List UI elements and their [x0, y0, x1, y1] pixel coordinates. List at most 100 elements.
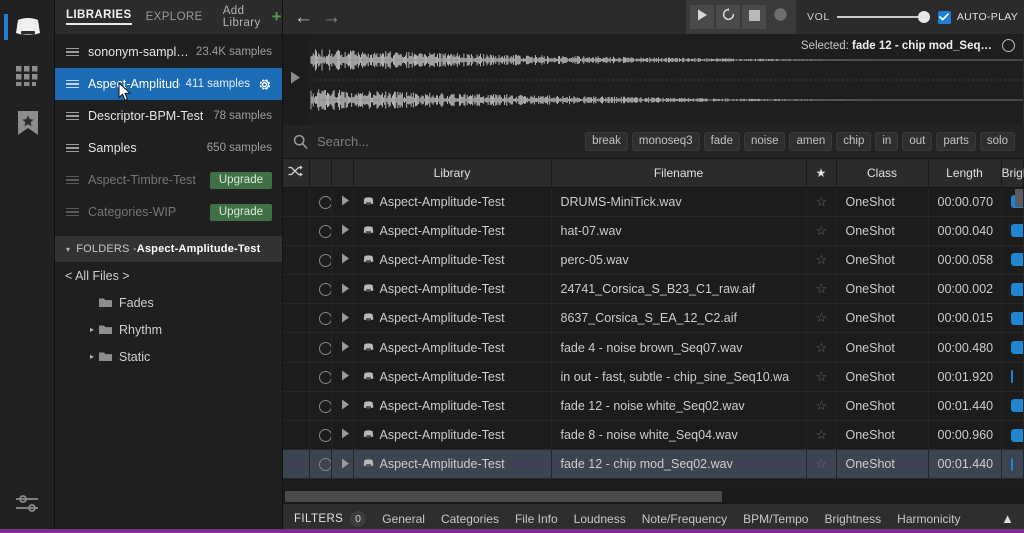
table-row[interactable]: Aspect-Amplitude-Test 8637_Corsica_S_EA_1… [283, 303, 1024, 334]
row-play-cell[interactable] [331, 391, 354, 422]
play-button[interactable] [690, 5, 714, 29]
row-play-cell[interactable] [331, 216, 354, 246]
row-favorite-cell[interactable]: ☆ [806, 187, 837, 217]
drag-handle-icon[interactable] [66, 79, 79, 89]
row-radio[interactable] [318, 195, 330, 209]
play-icon[interactable] [341, 195, 350, 209]
star-outline-icon[interactable]: ☆ [816, 310, 828, 325]
row-favorite-cell[interactable]: ☆ [806, 420, 837, 451]
folder-item-rhythm[interactable]: ▸ Rhythm [55, 316, 282, 343]
column-header-shuffle[interactable] [283, 159, 310, 188]
record-button[interactable] [768, 5, 792, 29]
vertical-scrollbar-thumb[interactable] [1015, 189, 1023, 207]
tag-chip-chip[interactable]: chip [836, 132, 872, 151]
row-play-cell[interactable] [331, 274, 354, 305]
filter-tab-file-info[interactable]: File Info [515, 512, 558, 526]
row-radio[interactable] [318, 400, 330, 413]
tag-chip-in[interactable]: in [875, 132, 899, 151]
table-row[interactable]: Aspect-Amplitude-Test fade 12 - chip mod_… [283, 449, 1024, 480]
filter-tab-bpm-tempo[interactable]: BPM/Tempo [743, 512, 808, 526]
column-header-select[interactable] [309, 159, 332, 188]
row-favorite-cell[interactable]: ☆ [806, 216, 837, 246]
row-radio[interactable] [318, 283, 330, 297]
column-header-class[interactable]: Class [836, 159, 929, 188]
row-favorite-cell[interactable]: ☆ [806, 362, 837, 392]
circle-icon[interactable] [1002, 39, 1015, 52]
row-radio[interactable] [318, 429, 330, 443]
row-radio[interactable] [318, 224, 330, 238]
gear-icon[interactable] [257, 77, 272, 92]
library-item-1[interactable]: Aspect-Amplitude-… 411 samples [55, 68, 282, 100]
row-favorite-cell[interactable]: ☆ [806, 332, 837, 363]
tag-chip-monoseq3[interactable]: monoseq3 [631, 132, 700, 151]
chevron-up-icon[interactable]: ▲ [1001, 511, 1024, 526]
drag-handle-icon[interactable] [66, 207, 79, 217]
library-item-2[interactable]: Descriptor-BPM-Test 78 samples [55, 100, 282, 132]
star-outline-icon[interactable]: ☆ [816, 369, 828, 384]
waveform-canvas[interactable]: Selected: fade 12 - chip mod_Seq… [307, 34, 1024, 125]
folders-header[interactable]: ▾ FOLDERS - Aspect-Amplitude-Test [55, 236, 282, 262]
tag-chip-parts[interactable]: parts [936, 132, 976, 151]
table-row[interactable]: Aspect-Amplitude-Test fade 8 - noise whit… [283, 420, 1024, 451]
row-select-cell[interactable] [309, 332, 332, 363]
checkbox-checked-icon[interactable] [937, 10, 951, 24]
row-radio[interactable] [318, 312, 330, 326]
table-row[interactable]: Aspect-Amplitude-Test fade 4 - noise brow… [283, 332, 1024, 363]
row-play-cell[interactable] [331, 303, 354, 334]
drag-handle-icon[interactable] [66, 111, 79, 121]
table-row[interactable]: Aspect-Amplitude-Test fade 12 - noise whi… [283, 391, 1024, 422]
row-favorite-cell[interactable]: ☆ [806, 449, 837, 480]
play-icon[interactable] [341, 253, 350, 267]
tag-chip-noise[interactable]: noise [743, 132, 786, 151]
chevron-right-icon[interactable]: ▸ [85, 352, 99, 361]
star-outline-icon[interactable]: ☆ [816, 456, 828, 471]
column-header-filename[interactable]: Filename [551, 159, 807, 188]
library-item-0[interactable]: sononym-sampl… 23.4K samples [55, 36, 282, 68]
row-select-cell[interactable] [309, 245, 332, 276]
folder-item-fades[interactable]: Fades [55, 289, 282, 316]
row-play-cell[interactable] [331, 449, 354, 480]
row-select-cell[interactable] [309, 391, 332, 422]
star-outline-icon[interactable]: ☆ [816, 252, 828, 267]
row-select-cell[interactable] [309, 420, 332, 451]
star-outline-icon[interactable]: ☆ [816, 281, 828, 296]
row-play-cell[interactable] [331, 420, 354, 451]
search-input[interactable] [317, 134, 586, 149]
loop-button[interactable] [716, 5, 740, 29]
star-outline-icon[interactable]: ☆ [816, 398, 828, 413]
filter-tab-loudness[interactable]: Loudness [574, 512, 626, 526]
play-icon[interactable] [341, 370, 350, 384]
filter-tab-general[interactable]: General [382, 512, 425, 526]
add-library-button[interactable]: Add Library + [223, 5, 282, 29]
tab-libraries[interactable]: LIBRARIES [66, 9, 132, 25]
table-row[interactable]: Aspect-Amplitude-Test hat-07.wav ☆ OneShot 0… [283, 216, 1024, 246]
waveform-play-button[interactable] [283, 34, 307, 125]
row-favorite-cell[interactable]: ☆ [806, 303, 837, 334]
volume-slider-knob[interactable] [917, 11, 930, 23]
rail-item-libraries[interactable] [0, 4, 55, 52]
table-row[interactable]: Aspect-Amplitude-Test DRUMS-MiniTick.wav ☆… [283, 187, 1024, 217]
table-row[interactable]: Aspect-Amplitude-Test 24741_Corsica_S_B23… [283, 274, 1024, 305]
autoplay-toggle[interactable]: AUTO-PLAY [937, 10, 1018, 24]
row-select-cell[interactable] [309, 187, 332, 217]
tag-chip-amen[interactable]: amen [789, 132, 833, 151]
play-icon[interactable] [341, 283, 350, 297]
play-icon[interactable] [341, 458, 350, 472]
stop-button[interactable] [742, 5, 766, 29]
tag-chip-out[interactable]: out [902, 132, 933, 151]
tab-explore[interactable]: EXPLORE [146, 11, 203, 23]
row-play-cell[interactable] [331, 362, 354, 392]
row-select-cell[interactable] [309, 449, 332, 480]
folder-item-all-files[interactable]: < All Files > [55, 262, 282, 289]
row-favorite-cell[interactable]: ☆ [806, 274, 837, 305]
arrow-right-icon[interactable]: → [322, 8, 341, 27]
horizontal-scrollbar-thumb[interactable] [285, 491, 722, 502]
horizontal-scrollbar[interactable] [283, 490, 1024, 503]
row-favorite-cell[interactable]: ☆ [806, 391, 837, 422]
star-outline-icon[interactable]: ☆ [816, 340, 828, 355]
rail-item-settings[interactable] [0, 480, 55, 528]
rail-item-favorites[interactable] [0, 99, 55, 147]
row-select-cell[interactable] [309, 362, 332, 392]
play-icon[interactable] [341, 312, 350, 326]
column-header-length[interactable]: Length [928, 159, 1002, 188]
